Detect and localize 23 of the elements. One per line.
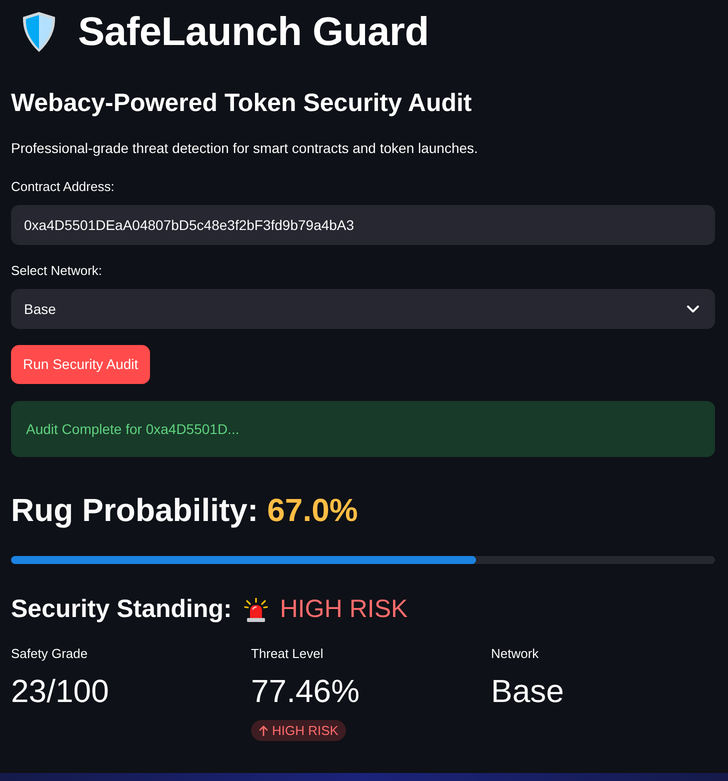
shield-icon bbox=[22, 12, 56, 52]
section-heading: Webacy-Powered Token Security Audit bbox=[11, 88, 473, 119]
address-field[interactable]: 0xa4D5501DEaA04807bD5c48e3f2bF3fd9b79a4bA3 bbox=[11, 205, 715, 245]
metric-value: 23/100 bbox=[11, 672, 110, 711]
heading-label: Security Standing: bbox=[11, 594, 232, 625]
field-label: Select Network: bbox=[11, 262, 104, 280]
field-label: Contract Address: bbox=[11, 178, 116, 196]
alert-message: Audit Complete for 0xa4D5501D... bbox=[11, 401, 715, 457]
metric-label: Safety Grade bbox=[11, 645, 89, 663]
delta-text: HIGH RISK bbox=[272, 722, 338, 740]
risk-level-text: HIGH RISK bbox=[280, 594, 408, 625]
metric-label: Network bbox=[491, 645, 540, 663]
chevron-down-icon bbox=[687, 305, 699, 313]
app-title: SafeLaunch Guard bbox=[78, 9, 429, 56]
arrow-up-icon bbox=[259, 725, 268, 736]
siren-icon bbox=[244, 598, 268, 622]
description-text: Professional-grade threat detection for smart contracts and token launches. bbox=[11, 139, 479, 158]
metric-label: Threat Level bbox=[251, 645, 324, 663]
heading-label: Rug Probability: bbox=[11, 491, 258, 530]
metric-value: Base bbox=[491, 672, 565, 711]
probability-value: 67.0% bbox=[267, 491, 358, 530]
metric-value: 77.46% bbox=[251, 672, 361, 711]
network-select[interactable]: Base bbox=[11, 289, 715, 329]
